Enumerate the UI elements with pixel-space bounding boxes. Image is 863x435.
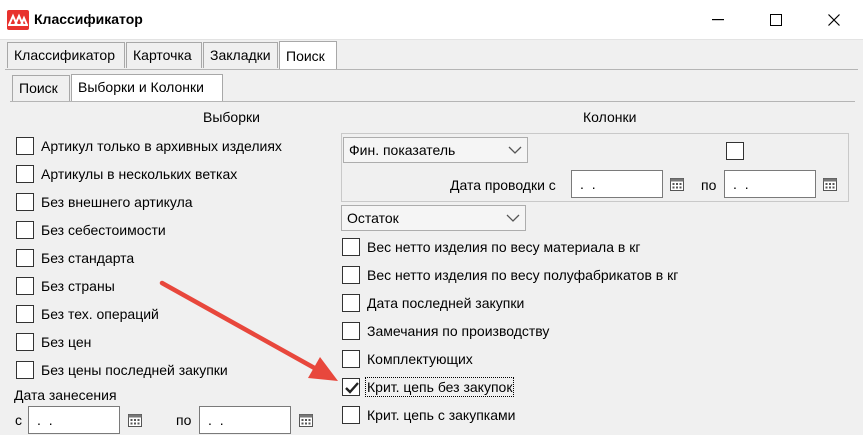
posting-date-label: Дата проводки с [450, 177, 556, 193]
fin-indicator-checkbox[interactable] [726, 142, 744, 160]
close-icon [828, 14, 840, 26]
checkbox-label: Без страны [41, 278, 115, 294]
entry-date-from-label: с [15, 412, 22, 428]
checkbox[interactable] [16, 137, 34, 155]
close-button[interactable] [805, 0, 863, 40]
selection-row[interactable]: Без страны [16, 275, 115, 297]
subtab-search[interactable]: Поиск [12, 75, 70, 101]
checkbox-label: Комплектующих [367, 351, 473, 367]
checkbox[interactable] [16, 193, 34, 211]
selection-row[interactable]: Без тех. операций [16, 303, 159, 325]
column-row[interactable]: Комплектующих [342, 348, 473, 370]
checkbox[interactable] [16, 165, 34, 183]
checkbox-label: Артикул только в архивных изделиях [41, 138, 282, 154]
balance-select[interactable]: Остаток [341, 205, 526, 231]
selection-row[interactable]: Без цен [16, 331, 91, 353]
selection-row[interactable]: Артикул только в архивных изделиях [16, 135, 282, 157]
selection-row[interactable]: Без внешнего артикула [16, 191, 193, 213]
column-row[interactable]: Вес нетто изделия по весу полуфабрикатов… [342, 264, 678, 286]
checkbox[interactable] [16, 333, 34, 351]
posting-date-from-input[interactable]: . . [571, 170, 663, 198]
tab-bookmarks[interactable]: Закладки [203, 42, 278, 68]
checkbox-label: Крит. цепь без закупок [364, 377, 515, 397]
checkbox-label: Без тех. операций [41, 306, 159, 322]
tab-classifier[interactable]: Классификатор [7, 42, 125, 68]
subtab-selections-columns[interactable]: Выборки и Колонки [71, 74, 223, 102]
chevron-down-icon [506, 214, 520, 222]
column-row[interactable]: Замечания по производству [342, 320, 549, 342]
tab-card[interactable]: Карточка [126, 42, 202, 68]
balance-value: Остаток [347, 210, 399, 226]
calendar-icon[interactable] [298, 412, 314, 428]
checkbox-label: Без внешнего артикула [41, 194, 193, 210]
calendar-icon[interactable] [669, 176, 685, 192]
entry-date-to-input[interactable]: . . [199, 406, 291, 434]
posting-date-to-input[interactable]: . . [724, 170, 816, 198]
entry-date-label: Дата занесения [14, 387, 117, 403]
calendar-icon[interactable] [127, 412, 143, 428]
selection-row[interactable]: Без себестоимости [16, 219, 166, 241]
fin-indicator-value: Фин. показатель [349, 142, 456, 158]
app-logo-icon [7, 10, 29, 30]
column-row[interactable]: Крит. цепь с закупками [342, 404, 515, 426]
annotation-arrow-icon [159, 280, 338, 381]
column-row[interactable]: Крит. цепь без закупок [342, 376, 515, 398]
checkbox-label: Дата последней закупки [367, 295, 525, 311]
checkbox[interactable] [16, 305, 34, 323]
checkbox[interactable] [16, 221, 34, 239]
checkbox-label: Без цен [41, 334, 92, 350]
tab-divider [5, 69, 858, 70]
checkbox-label: Без стандарта [41, 250, 135, 266]
maximize-button[interactable] [747, 0, 805, 40]
checkbox-label: Замечания по производству [367, 323, 550, 339]
columns-title: Колонки [583, 109, 637, 125]
checkbox-label: Вес нетто изделия по весу материала в кг [367, 239, 641, 255]
tab-search[interactable]: Поиск [279, 41, 337, 69]
checkbox[interactable] [342, 406, 360, 424]
minimize-button[interactable] [689, 0, 747, 40]
checkbox[interactable] [342, 238, 360, 256]
chevron-down-icon [508, 146, 522, 154]
column-row[interactable]: Дата последней закупки [342, 292, 524, 314]
checkbox-label: Вес нетто изделия по весу полуфабрикатов… [367, 267, 679, 283]
column-row[interactable]: Вес нетто изделия по весу материала в кг [342, 236, 640, 258]
checkbox[interactable] [16, 277, 34, 295]
selection-row[interactable]: Без стандарта [16, 247, 134, 269]
selections-title: Выборки [203, 109, 260, 125]
checkbox-label: Артикулы в нескольких ветках [41, 166, 238, 182]
calendar-icon[interactable] [822, 176, 838, 192]
maximize-icon [770, 14, 782, 26]
title-bar: Классификатор [0, 0, 863, 40]
subtab-divider [10, 101, 855, 102]
fin-indicator-select[interactable]: Фин. показатель [343, 137, 528, 163]
entry-date-to-label: по [176, 412, 192, 428]
checkbox-label: Без себестоимости [41, 222, 166, 238]
minimize-icon [712, 19, 724, 21]
checkbox[interactable] [16, 249, 34, 267]
selection-row[interactable]: Артикулы в нескольких ветках [16, 163, 237, 185]
checkbox[interactable] [16, 361, 34, 379]
checkbox-label: Крит. цепь с закупками [367, 407, 516, 423]
window-title: Классификатор [34, 11, 143, 27]
posting-date-to-label: по [701, 177, 717, 193]
entry-date-from-input[interactable]: . . [28, 406, 120, 434]
